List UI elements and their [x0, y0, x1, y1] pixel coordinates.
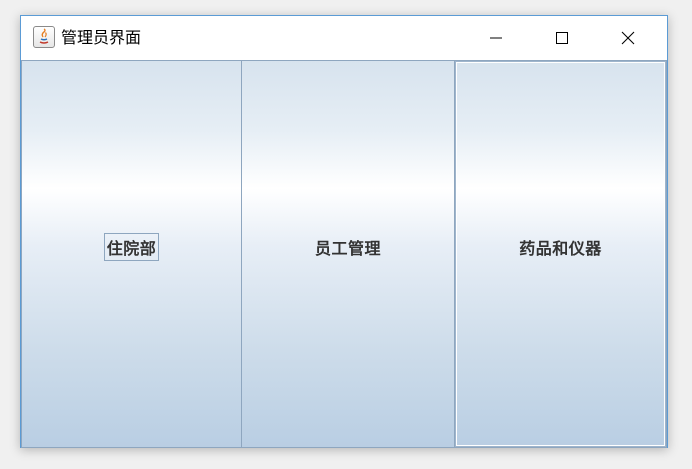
minimize-button[interactable]	[473, 16, 519, 60]
staff-management-label: 员工管理	[314, 239, 381, 258]
close-button[interactable]	[605, 16, 651, 60]
medicine-and-equipment-button[interactable]: 药品和仪器	[455, 60, 667, 448]
medicine-and-equipment-label: 药品和仪器	[519, 239, 602, 258]
inpatient-department-label: 住院部	[103, 233, 160, 261]
inpatient-department-button[interactable]: 住院部	[21, 60, 242, 448]
button-panel: 住院部 员工管理 药品和仪器	[21, 60, 667, 448]
app-window: 管理员界面 住院部 员工管理 药品和仪器	[20, 15, 668, 448]
minimize-icon	[490, 37, 502, 39]
java-app-icon	[33, 26, 55, 48]
close-icon	[621, 31, 635, 45]
staff-management-button[interactable]: 员工管理	[242, 60, 455, 448]
window-title: 管理员界面	[61, 28, 142, 47]
title-bar[interactable]: 管理员界面	[21, 16, 667, 60]
maximize-icon	[556, 32, 568, 44]
maximize-button[interactable]	[539, 16, 585, 60]
